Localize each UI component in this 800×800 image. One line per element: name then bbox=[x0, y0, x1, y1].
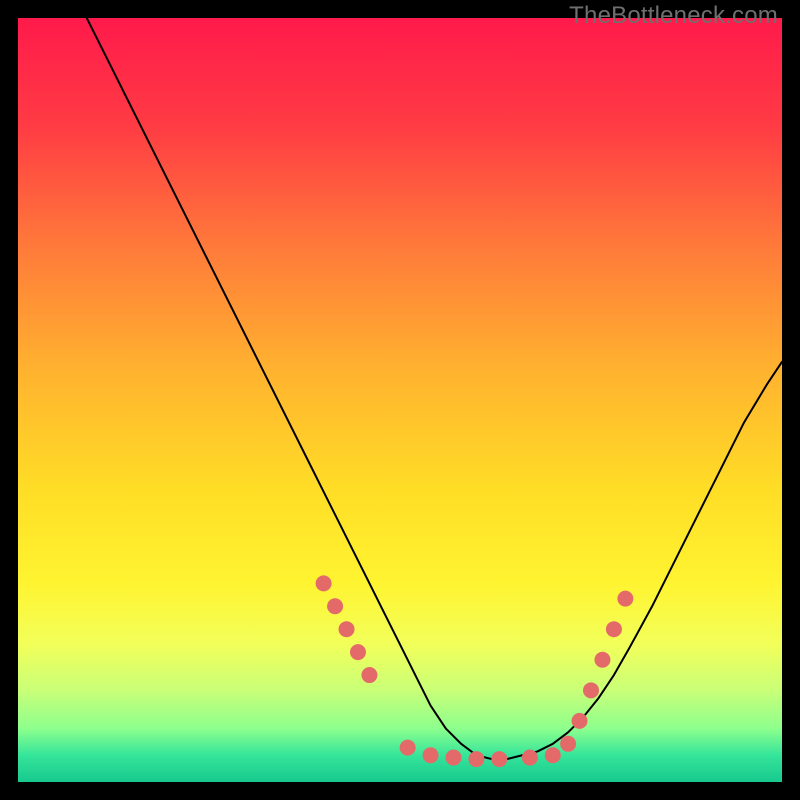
curve-marker bbox=[583, 682, 599, 698]
curve-marker bbox=[491, 751, 507, 767]
curve-marker bbox=[594, 652, 610, 668]
curve-marker bbox=[606, 621, 622, 637]
curve-marker bbox=[617, 591, 633, 607]
curve-marker bbox=[468, 751, 484, 767]
curve-marker bbox=[545, 747, 561, 763]
gradient-background bbox=[18, 18, 782, 782]
curve-marker bbox=[560, 736, 576, 752]
chart-frame bbox=[18, 18, 782, 782]
curve-marker bbox=[350, 644, 366, 660]
curve-marker bbox=[445, 750, 461, 766]
curve-marker bbox=[522, 750, 538, 766]
curve-marker bbox=[327, 598, 343, 614]
watermark-text: TheBottleneck.com bbox=[569, 2, 778, 30]
curve-marker bbox=[423, 747, 439, 763]
curve-marker bbox=[400, 740, 416, 756]
curve-marker bbox=[339, 621, 355, 637]
curve-marker bbox=[572, 713, 588, 729]
curve-marker bbox=[361, 667, 377, 683]
chart-plot bbox=[18, 18, 782, 782]
curve-marker bbox=[316, 575, 332, 591]
